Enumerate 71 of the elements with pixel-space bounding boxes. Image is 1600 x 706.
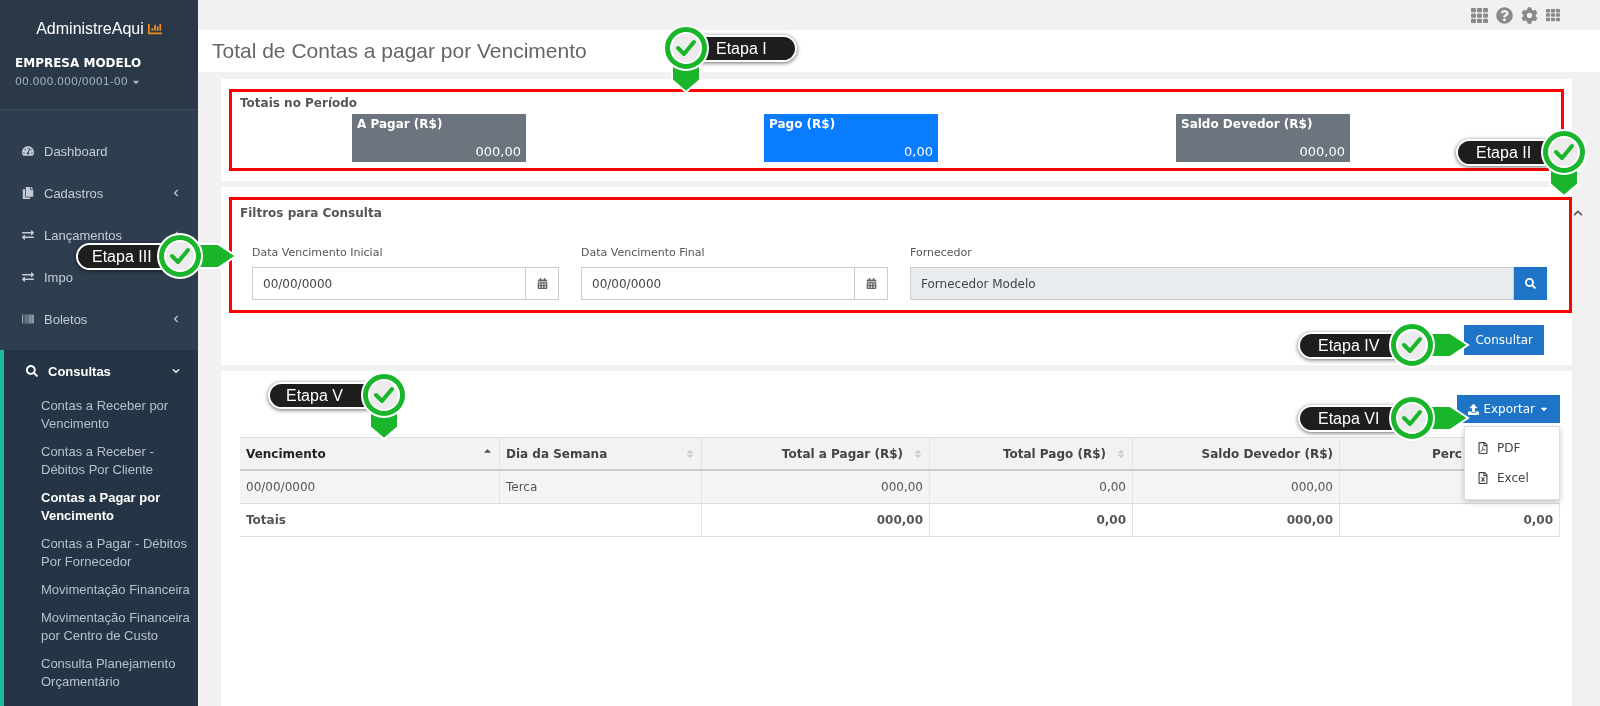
summary-label: Pago (R$) [769,117,837,131]
section-title: Totais no Período [240,96,359,110]
upload-icon [1468,403,1480,415]
calendar-icon [865,278,877,289]
sidebar-subitem[interactable]: Contas a Receber por Vencimento [4,392,198,438]
sidebar-item[interactable]: Consultas [48,363,111,379]
field-label: Data Vencimento Inicial [252,246,384,259]
summary-label: Saldo Devedor (R$) [1181,117,1314,131]
sidebar-subitem[interactable]: Consulta Planejamento Orçamentário [4,650,198,696]
sidebar-subitem[interactable]: Contas a Pagar - Débitos Por Fornecedor [4,530,198,576]
sidebar-subitem[interactable]: Contas a Pagar por Vencimento [4,484,198,530]
calendar-icon [536,278,548,289]
documents-icon [22,187,34,199]
field-label: Data Vencimento Final [581,246,706,259]
sidebar-item[interactable]: Boletos [44,311,88,327]
dots-menu-icon[interactable] [1546,8,1560,22]
table-cell: 000,00 [1133,504,1340,536]
app-logo[interactable]: AdministreAqui [36,20,144,38]
column-header[interactable]: Total a Pagar (R$) [702,438,930,469]
sidebar-subitem[interactable]: Contas a Receber - Débitos Por Cliente [4,438,198,484]
table-cell: 000,00 [702,504,930,536]
table-cell: 0,00 [930,471,1133,503]
search-button[interactable] [1514,267,1547,300]
sidebar-item[interactable]: Dashboard [44,143,108,159]
dashboard-icon [22,145,34,157]
search-icon [26,365,38,377]
consult-button[interactable]: Consultar [1464,325,1544,355]
sidebar-item[interactable]: Impo [44,269,73,285]
field-label: Fornecedor [910,246,973,259]
chevron-left-icon[interactable] [172,189,180,197]
summary-label: A Pagar (R$) [357,117,444,131]
table-cell: 0,00 [1340,504,1560,536]
table-cell: Terca [500,471,702,503]
company-name: EMPRESA MODELO [15,56,143,70]
company-selector[interactable]: 00.000.000/0001-00 [15,75,141,88]
summary-value: 000,00 [474,144,521,159]
table-cell: 00/00/0000 [240,471,500,503]
chart-logo-icon [147,22,162,36]
search-icon [1525,278,1536,289]
chevron-left-icon[interactable] [172,315,180,323]
summary-value: 000,00 [1298,144,1345,159]
sidebar-item[interactable]: Lançamentos [44,227,123,243]
barcode-icon [22,313,34,325]
spreadsheet-file-icon [1477,472,1489,484]
export-button[interactable]: Exportar [1457,395,1560,423]
exchange-icon [22,229,34,241]
exchange-icon [22,271,34,283]
input-field[interactable]: Fornecedor Modelo [910,267,1514,300]
column-header[interactable]: Saldo Devedor (R$) [1133,438,1340,469]
pdf-file-icon [1477,442,1489,454]
column-header[interactable]: Total Pago (R$) [930,438,1133,469]
table-cell: Totais [240,504,702,536]
calendar-button[interactable] [526,267,559,300]
collapse-icon[interactable] [1573,208,1583,218]
sidebar-item[interactable]: Cadastros [44,185,104,201]
table-cell: 0,00 [930,504,1133,536]
help-icon[interactable] [1496,6,1513,24]
calendar-button[interactable] [855,267,888,300]
column-header[interactable]: Dia da Semana [500,438,702,469]
settings-icon[interactable] [1521,6,1538,24]
page-title: Total de Contas a pagar por Vencimento [212,39,587,63]
table-cell: 000,00 [702,471,930,503]
input-field[interactable]: 00/00/0000 [581,267,855,300]
summary-value: 0,00 [903,144,933,159]
chevron-down-icon[interactable] [172,367,180,375]
apps-grid-icon[interactable] [1471,6,1488,24]
input-field[interactable]: 00/00/0000 [252,267,526,300]
section-title: Filtros para Consulta [240,206,382,220]
table-cell: 000,00 [1133,471,1340,503]
sidebar-subitem[interactable]: Movimentação Financeira [4,576,198,604]
sidebar-subitem[interactable]: Movimentação Financeira por Centro de Custo [4,604,198,650]
